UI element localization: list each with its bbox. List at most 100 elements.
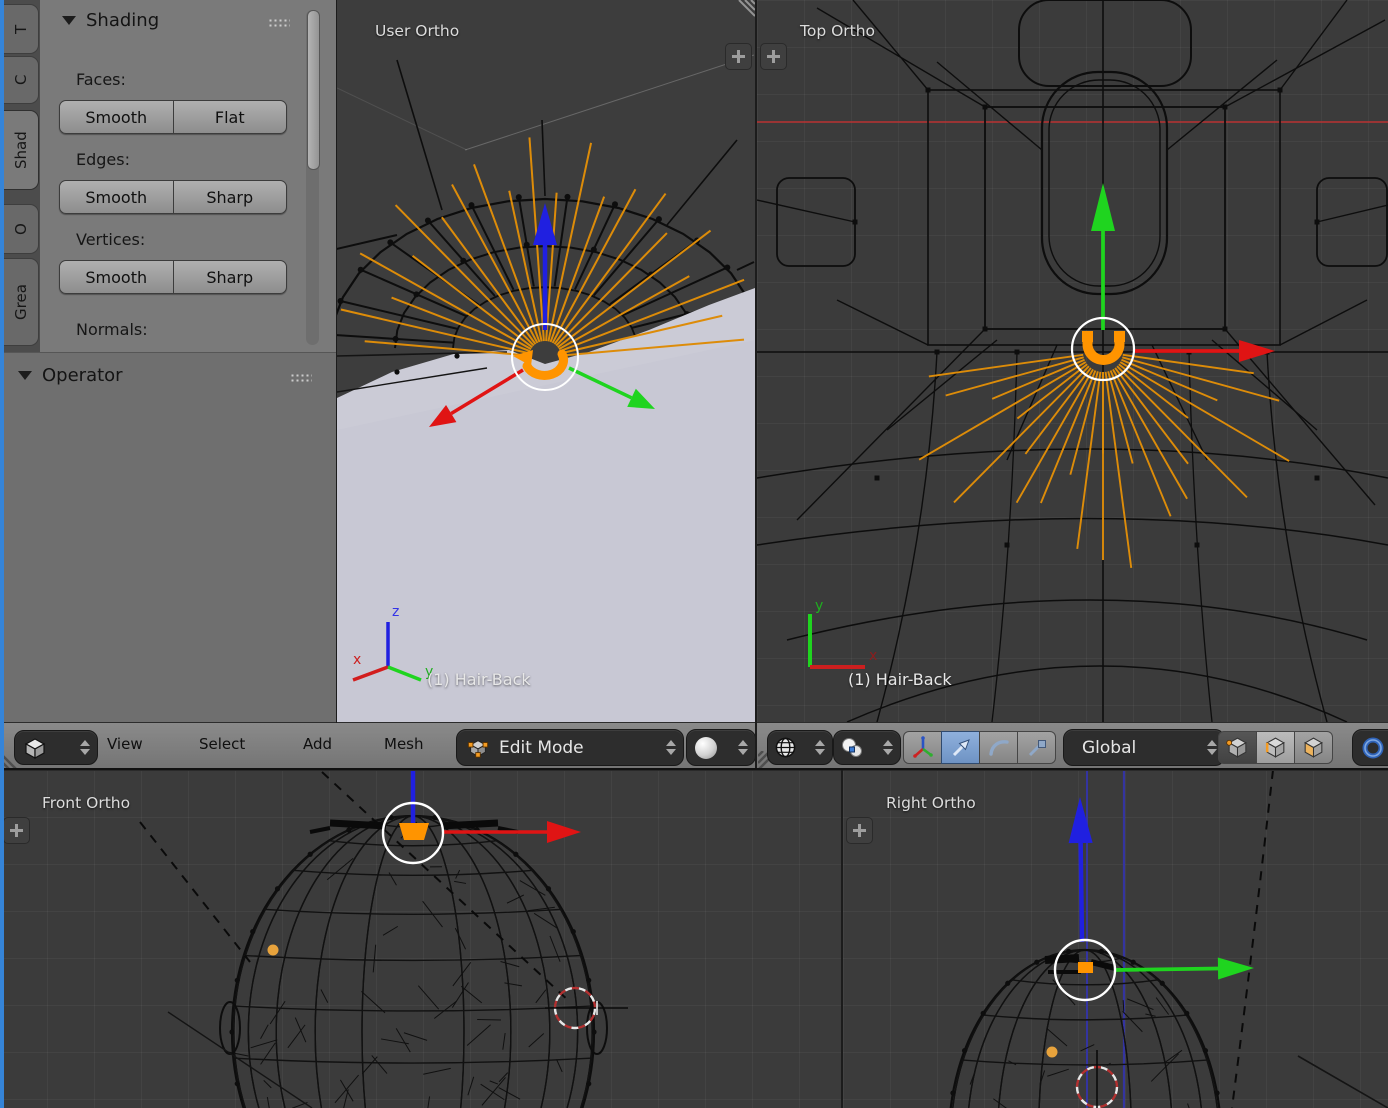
- edges-button-group: Smooth Sharp: [59, 180, 287, 214]
- front-ortho-scene: [0, 770, 841, 1108]
- vertices-button-group: Smooth Sharp: [59, 260, 287, 294]
- viewport-right-ortho[interactable]: Right Ortho: [843, 770, 1388, 1108]
- faces-label: Faces:: [76, 70, 126, 89]
- solid-shading-sphere-icon: [695, 737, 717, 759]
- viewport-label: Top Ortho: [800, 22, 875, 40]
- faces-smooth-button[interactable]: Smooth: [60, 101, 173, 133]
- rotate-manipulator-button[interactable]: [979, 731, 1018, 764]
- vertices-label: Vertices:: [76, 230, 145, 249]
- viewport-top-ortho[interactable]: yx Top Ortho (1) Hair-Back: [757, 0, 1388, 722]
- panel-grip-icon[interactable]: [268, 18, 290, 29]
- area-corner-widget[interactable]: [733, 0, 755, 22]
- orientation-dropdown-value: Global: [1082, 738, 1136, 758]
- globe-pivot-icon: [774, 736, 797, 759]
- tab-label: T: [12, 24, 30, 33]
- shelf-tab-create[interactable]: C: [4, 56, 39, 104]
- vertex-select-mode-button[interactable]: [1218, 731, 1257, 764]
- axis-gizmo-label: x: [869, 648, 877, 664]
- area-divider-vertical-bottom[interactable]: [841, 770, 843, 1108]
- area-divider-horizontal[interactable]: [0, 768, 1388, 770]
- axis-gizmo-label: z: [392, 604, 399, 620]
- menu-select[interactable]: Select: [199, 735, 245, 753]
- snap-spheres-icon: [840, 736, 864, 760]
- viewport-label: Right Ortho: [886, 794, 976, 812]
- viewport-user-ortho[interactable]: zxy User Ortho (1) Hair-Back: [337, 0, 755, 722]
- edges-smooth-button[interactable]: Smooth: [60, 181, 173, 213]
- show-properties-region-button[interactable]: [3, 817, 30, 844]
- shading-panel-header[interactable]: Shading: [62, 10, 159, 31]
- viewport-label: User Ortho: [375, 22, 459, 40]
- shelf-tab-options[interactable]: O: [4, 204, 39, 254]
- faces-flat-button[interactable]: Flat: [173, 101, 287, 133]
- transform-orientation-dropdown[interactable]: Global: [1063, 729, 1225, 766]
- panel-grip-icon[interactable]: [290, 373, 312, 384]
- viewport-shading-dropdown[interactable]: [686, 729, 756, 766]
- show-properties-region-button[interactable]: [760, 43, 787, 70]
- user-ortho-scene: zxy: [337, 0, 755, 722]
- faces-button-group: Smooth Flat: [59, 100, 287, 134]
- axis-gizmo-label: x: [353, 652, 361, 668]
- shelf-tab-shading-active[interactable]: Shad: [4, 110, 39, 190]
- shelf-tab-grease-pencil[interactable]: Grea: [4, 258, 39, 346]
- object-info-label: (1) Hair-Back: [848, 670, 952, 689]
- show-properties-region-button[interactable]: [725, 43, 752, 70]
- axis-gizmo-label: y: [815, 598, 823, 614]
- blender-window: z x y User Ortho (1) Hair-Back yx Top Orth…: [0, 0, 1388, 1108]
- tab-label: Grea: [12, 284, 30, 320]
- manipulator-toggle-button[interactable]: [903, 731, 942, 764]
- shading-panel: Shading Faces: Smooth Flat Edges: Smooth…: [40, 0, 337, 352]
- editor-type-dropdown[interactable]: [14, 730, 98, 765]
- translate-manipulator-button[interactable]: [941, 731, 980, 764]
- face-select-mode-button[interactable]: [1294, 731, 1333, 764]
- collapse-triangle-icon[interactable]: [18, 371, 32, 380]
- top-ortho-scene: yx: [757, 0, 1388, 722]
- axis-tripod-icon: [911, 736, 935, 760]
- tab-label: Shad: [12, 131, 30, 169]
- normals-label: Normals:: [76, 320, 148, 339]
- shelf-border: [336, 0, 337, 723]
- 3d-viewport-editor-icon: [23, 736, 47, 760]
- collapse-triangle-icon[interactable]: [62, 16, 76, 25]
- panel-title: Shading: [86, 10, 159, 31]
- dropdown-arrows-icon: [1207, 740, 1217, 755]
- dropdown-arrows-icon: [738, 740, 748, 755]
- dropdown-arrows-icon: [815, 740, 825, 755]
- shelf-scrollbar-thumb[interactable]: [307, 10, 320, 170]
- vertices-smooth-button[interactable]: Smooth: [60, 261, 173, 293]
- vertices-sharp-button[interactable]: Sharp: [173, 261, 287, 293]
- menu-mesh[interactable]: Mesh: [384, 735, 424, 753]
- rotate-arc-icon: [987, 736, 1011, 760]
- proportional-editing-ring-icon: [1361, 736, 1385, 760]
- edit-mode-icon: [467, 737, 489, 759]
- edges-label: Edges:: [76, 150, 130, 169]
- tab-label: O: [12, 223, 30, 235]
- viewport-front-ortho[interactable]: Front Ortho: [0, 770, 841, 1108]
- translate-arrow-icon: [949, 736, 973, 760]
- menu-add[interactable]: Add: [303, 735, 332, 753]
- operator-panel-header[interactable]: Operator: [18, 365, 123, 386]
- viewport-label: Front Ortho: [42, 794, 130, 812]
- tab-label: C: [12, 75, 30, 85]
- interaction-mode-dropdown[interactable]: Edit Mode: [456, 729, 684, 766]
- edge-select-cube-icon: [1263, 735, 1288, 760]
- viewport-header-bar: View Select Add Mesh Edit Mode: [0, 722, 1388, 771]
- edge-select-mode-button[interactable]: [1256, 731, 1295, 764]
- scale-manipulator-button[interactable]: [1017, 731, 1056, 764]
- menu-view[interactable]: View: [107, 735, 143, 753]
- proportional-editing-dropdown[interactable]: [1352, 729, 1388, 766]
- dropdown-arrows-icon: [883, 740, 893, 755]
- dropdown-arrows-icon: [666, 740, 676, 755]
- shelf-tab-tools[interactable]: T: [4, 4, 39, 54]
- pivot-point-dropdown[interactable]: [767, 730, 833, 765]
- mode-dropdown-value: Edit Mode: [499, 738, 584, 758]
- tool-shelf: T C Shad O Grea Shading Faces: Smooth Fl…: [0, 0, 337, 723]
- right-ortho-scene: [843, 770, 1388, 1108]
- area-divider-vertical-top[interactable]: [755, 0, 757, 770]
- edges-sharp-button[interactable]: Sharp: [173, 181, 287, 213]
- object-info-label: (1) Hair-Back: [427, 670, 531, 689]
- show-properties-region-button[interactable]: [846, 817, 873, 844]
- window-edge-highlight: [0, 0, 4, 1108]
- vertex-select-cube-icon: [1225, 735, 1250, 760]
- snap-element-dropdown[interactable]: [833, 730, 901, 765]
- face-select-cube-icon: [1301, 735, 1326, 760]
